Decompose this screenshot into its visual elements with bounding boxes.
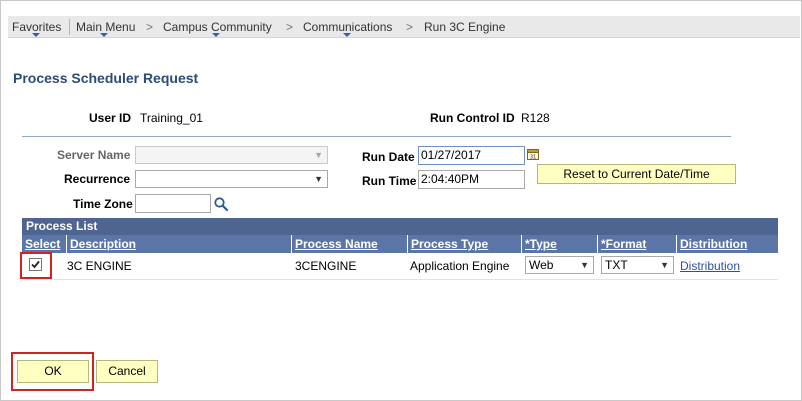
grid-divider: [22, 279, 778, 280]
dropdown-arrow-icon: ▼: [314, 174, 323, 184]
breadcrumb-main-menu[interactable]: Main Menu: [76, 20, 135, 34]
user-id-label: User ID: [89, 111, 132, 125]
cancel-button[interactable]: Cancel: [96, 360, 158, 383]
process-list-title: Process List: [22, 218, 778, 235]
row-select-checkbox[interactable]: [29, 258, 42, 271]
run-time-input[interactable]: 2:04:40PM: [418, 170, 525, 189]
ok-button[interactable]: OK: [17, 360, 89, 383]
section-divider: [22, 136, 731, 137]
breadcrumb-favorites[interactable]: Favorites: [12, 20, 61, 34]
column-header-select[interactable]: Select: [22, 235, 67, 253]
run-time-label: Run Time: [362, 174, 417, 188]
breadcrumb-campus-community[interactable]: Campus Community: [163, 20, 272, 34]
recurrence-label: Recurrence: [64, 172, 131, 186]
column-header-type[interactable]: *Type: [522, 235, 598, 253]
communications-dropdown-icon[interactable]: [343, 33, 351, 37]
row-distribution-link[interactable]: Distribution: [680, 259, 740, 273]
column-header-process-name[interactable]: Process Name: [292, 235, 408, 253]
breadcrumb-separator: >: [146, 20, 154, 34]
server-name-label: Server Name: [57, 148, 131, 162]
time-zone-input[interactable]: [135, 194, 211, 213]
favorites-dropdown-icon[interactable]: [32, 33, 40, 37]
svg-text:31: 31: [530, 155, 536, 161]
run-control-id-value: R128: [521, 111, 550, 125]
main-menu-dropdown-icon[interactable]: [100, 33, 108, 37]
dropdown-arrow-icon: ▼: [314, 150, 323, 160]
column-header-process-type[interactable]: Process Type: [408, 235, 522, 253]
breadcrumb-divider: [69, 19, 70, 35]
breadcrumb-separator: >: [286, 20, 294, 34]
row-type-value: Web: [529, 258, 554, 272]
page-title: Process Scheduler Request: [13, 70, 199, 86]
row-format-select[interactable]: TXT ▼: [601, 256, 674, 274]
column-header-description[interactable]: Description: [67, 235, 292, 253]
campus-community-dropdown-icon[interactable]: [212, 33, 220, 37]
column-header-distribution[interactable]: Distribution: [677, 235, 778, 253]
breadcrumb-run-3c-engine[interactable]: Run 3C Engine: [424, 20, 505, 34]
recurrence-select[interactable]: ▼: [135, 170, 328, 188]
calendar-icon[interactable]: 31: [527, 148, 540, 161]
user-id-value: Training_01: [140, 111, 203, 125]
row-process-type: Application Engine: [410, 259, 510, 273]
row-description: 3C ENGINE: [67, 259, 132, 273]
dropdown-arrow-icon: ▼: [660, 260, 669, 270]
run-date-label: Run Date: [362, 150, 415, 164]
breadcrumb-separator: >: [406, 20, 414, 34]
column-header-format[interactable]: *Format: [598, 235, 677, 253]
time-zone-label: Time Zone: [73, 197, 133, 211]
row-type-select[interactable]: Web ▼: [525, 256, 594, 274]
dropdown-arrow-icon: ▼: [580, 260, 589, 270]
server-name-select[interactable]: ▼: [135, 146, 328, 164]
run-control-id-label: Run Control ID: [430, 111, 515, 125]
breadcrumb-communications[interactable]: Communications: [303, 20, 392, 34]
run-date-input[interactable]: 01/27/2017: [418, 146, 525, 165]
checkmark-icon: [31, 260, 40, 269]
reset-to-current-date-time-button[interactable]: Reset to Current Date/Time: [537, 164, 736, 184]
lookup-magnifier-icon[interactable]: [213, 196, 229, 212]
row-format-value: TXT: [605, 258, 628, 272]
row-process-name: 3CENGINE: [295, 259, 357, 273]
